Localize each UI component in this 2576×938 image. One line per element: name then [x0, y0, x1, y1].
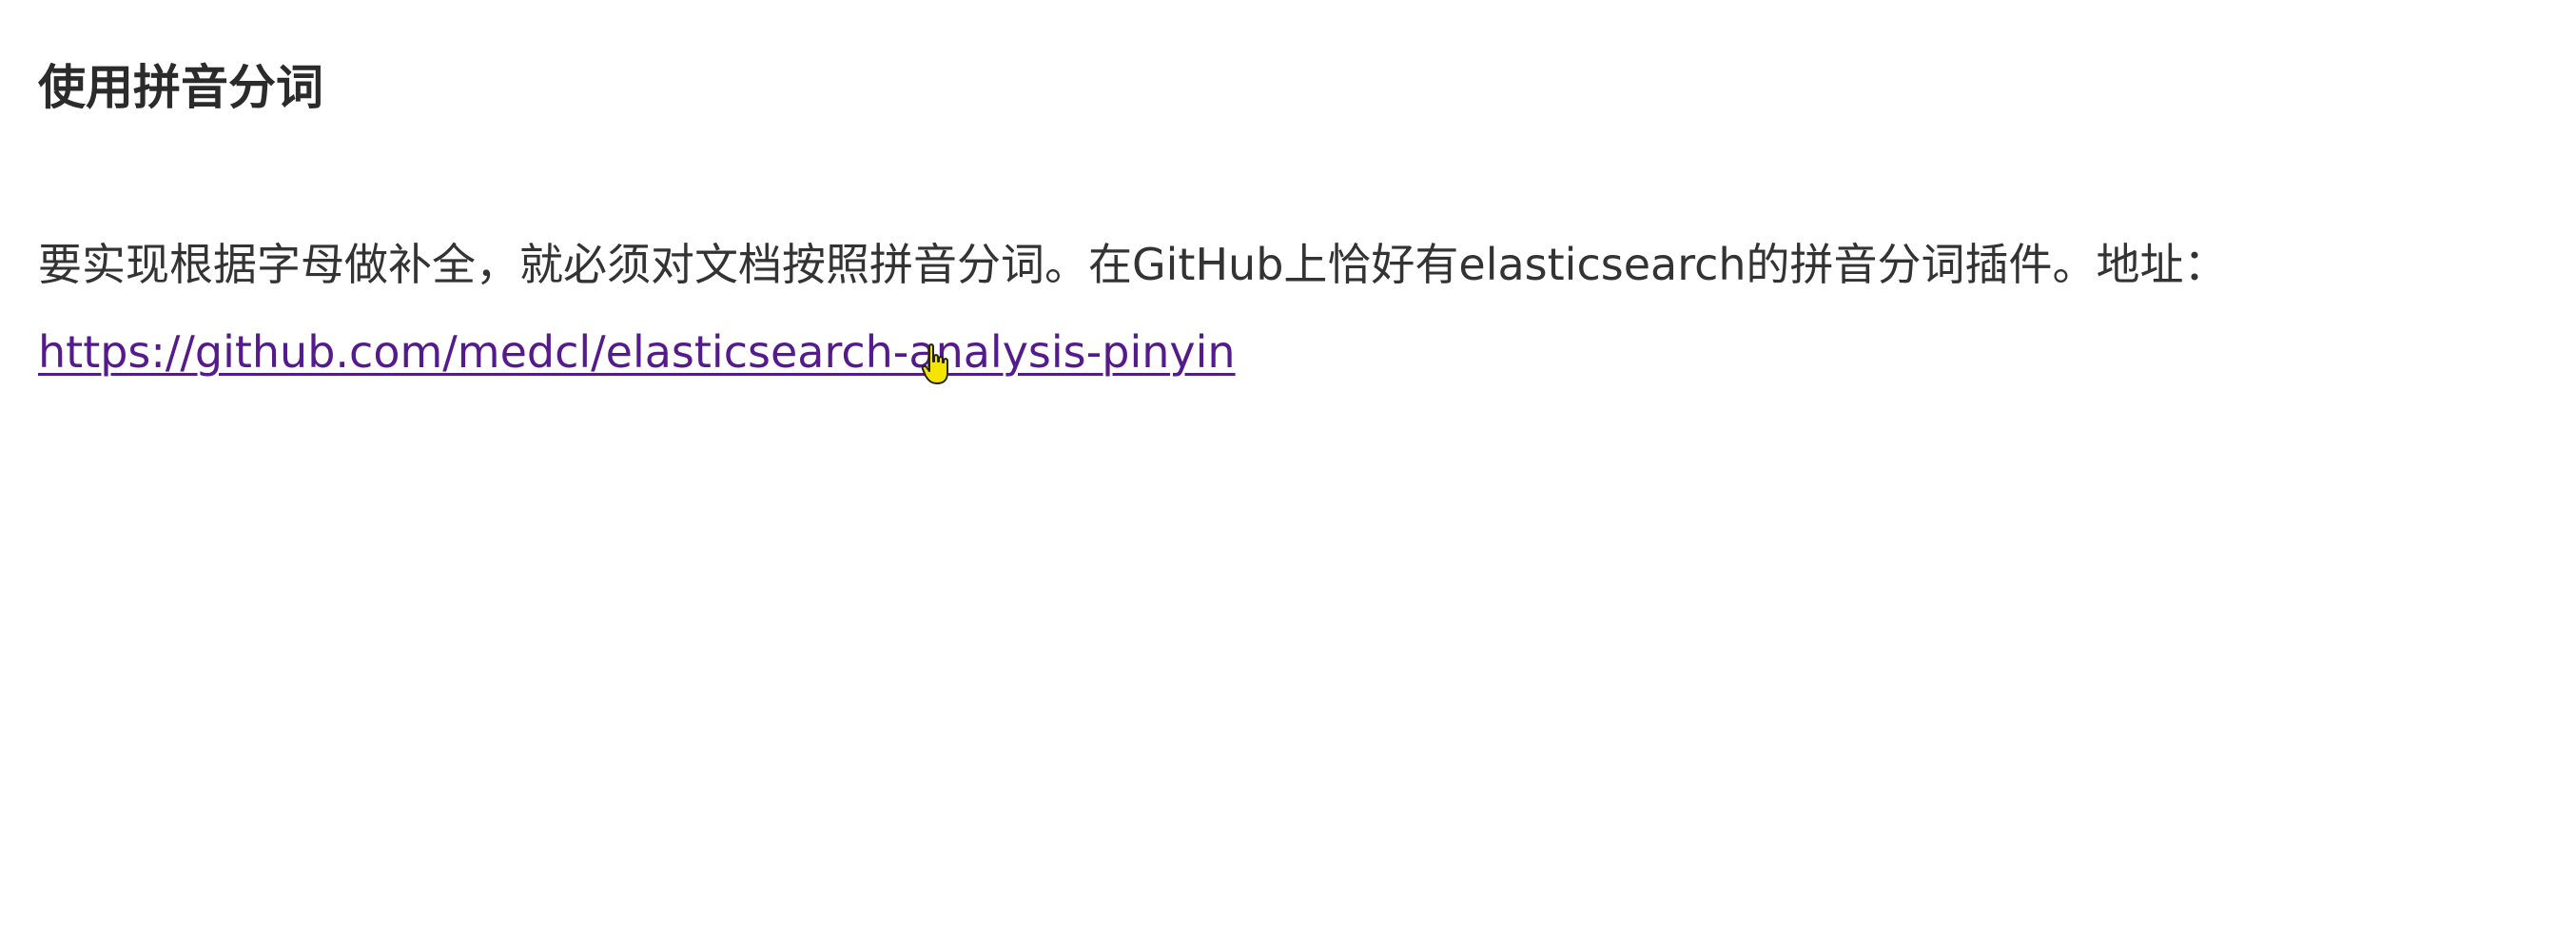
- section-heading: 使用拼音分词: [38, 60, 323, 115]
- section-paragraph: 要实现根据字母做补全，就必须对文档按照拼音分词。在GitHub上恰好有elast…: [38, 221, 2228, 396]
- pinyin-plugin-link[interactable]: https://github.com/medcl/elasticsearch-a…: [38, 326, 1236, 378]
- hand-pointer-icon: [921, 343, 948, 384]
- paragraph-text: 要实现根据字母做补全，就必须对文档按照拼音分词。在GitHub上恰好有elast…: [38, 239, 2228, 290]
